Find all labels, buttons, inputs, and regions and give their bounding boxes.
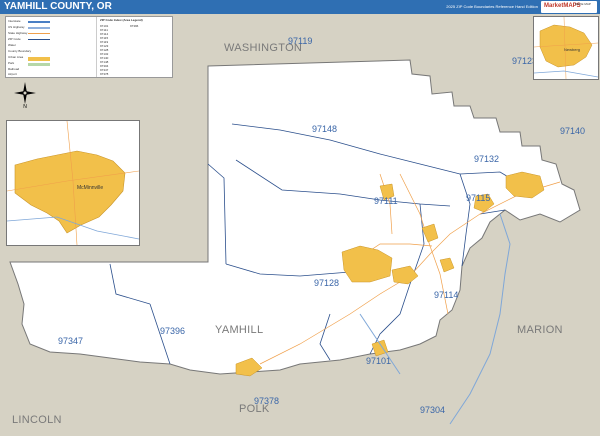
- legend-row: US Highway: [8, 25, 25, 29]
- page-title: YAMHILL COUNTY, OR: [4, 1, 112, 12]
- map-legend: Interstate US Highway State Highway ZIP …: [5, 16, 173, 78]
- legend-zip: 97378: [100, 72, 109, 76]
- compass-n: N: [23, 104, 27, 108]
- publisher-logo: MarketMAPS MAKE MAP: [541, 1, 597, 13]
- zip-label-97304: 97304: [420, 405, 446, 415]
- zip-label-97347: 97347: [58, 336, 84, 346]
- legend-row: Railroad: [8, 67, 20, 71]
- zip-label-97128: 97128: [314, 278, 340, 288]
- legend-row: Interstate: [8, 19, 21, 23]
- legend-row: State Highway: [8, 31, 28, 35]
- legend-zip: 97396: [130, 24, 139, 28]
- edition-label: 2025 ZIP Code Boundaries Reference Hand …: [446, 4, 538, 9]
- zip-label-97119: 97119: [288, 36, 313, 46]
- compass-rose-icon: N: [14, 82, 36, 108]
- legend-symbols: Interstate US Highway State Highway ZIP …: [6, 17, 97, 77]
- county-label-yamhill: YAMHILL: [215, 324, 264, 336]
- zip-label-97132: 97132: [474, 154, 500, 164]
- legend-row: Park: [8, 61, 15, 65]
- legend-row: Urban Area: [8, 55, 24, 59]
- zip-label-97115: 97115: [466, 193, 491, 203]
- legend-row: Water: [8, 43, 16, 47]
- county-label-marion: MARION: [517, 324, 563, 336]
- county-label-lincoln: LINCOLN: [12, 414, 62, 426]
- legend-zip-index: ZIP Code Index (Area Legend) 97101 97111…: [98, 17, 170, 77]
- legend-zip-header: ZIP Code Index (Area Legend): [100, 18, 143, 22]
- zip-label-97101: 97101: [366, 356, 392, 366]
- title-bar: YAMHILL COUNTY, OR 2025 ZIP Code Boundar…: [0, 0, 600, 14]
- logo-sub: MAKE MAP: [575, 2, 591, 6]
- legend-row: Airport: [8, 72, 17, 76]
- inset-city-label: McMinnville: [77, 185, 104, 191]
- zip-label-97111: 97111: [374, 196, 398, 206]
- inset-map-newberg[interactable]: Newberg: [533, 16, 599, 80]
- inset-city-label: Newberg: [564, 47, 581, 52]
- zip-label-97114: 97114: [434, 290, 459, 300]
- legend-row: County Boundary: [8, 49, 32, 53]
- zip-label-97378: 97378: [254, 396, 280, 406]
- inset-canvas: [7, 121, 139, 245]
- zip-label-97148: 97148: [312, 124, 338, 134]
- inset-map-mcminnville[interactable]: McMinnville: [6, 120, 140, 246]
- zip-label-97140: 97140: [560, 126, 586, 136]
- legend-row: ZIP Code: [8, 37, 21, 41]
- zip-label-97396: 97396: [160, 326, 186, 336]
